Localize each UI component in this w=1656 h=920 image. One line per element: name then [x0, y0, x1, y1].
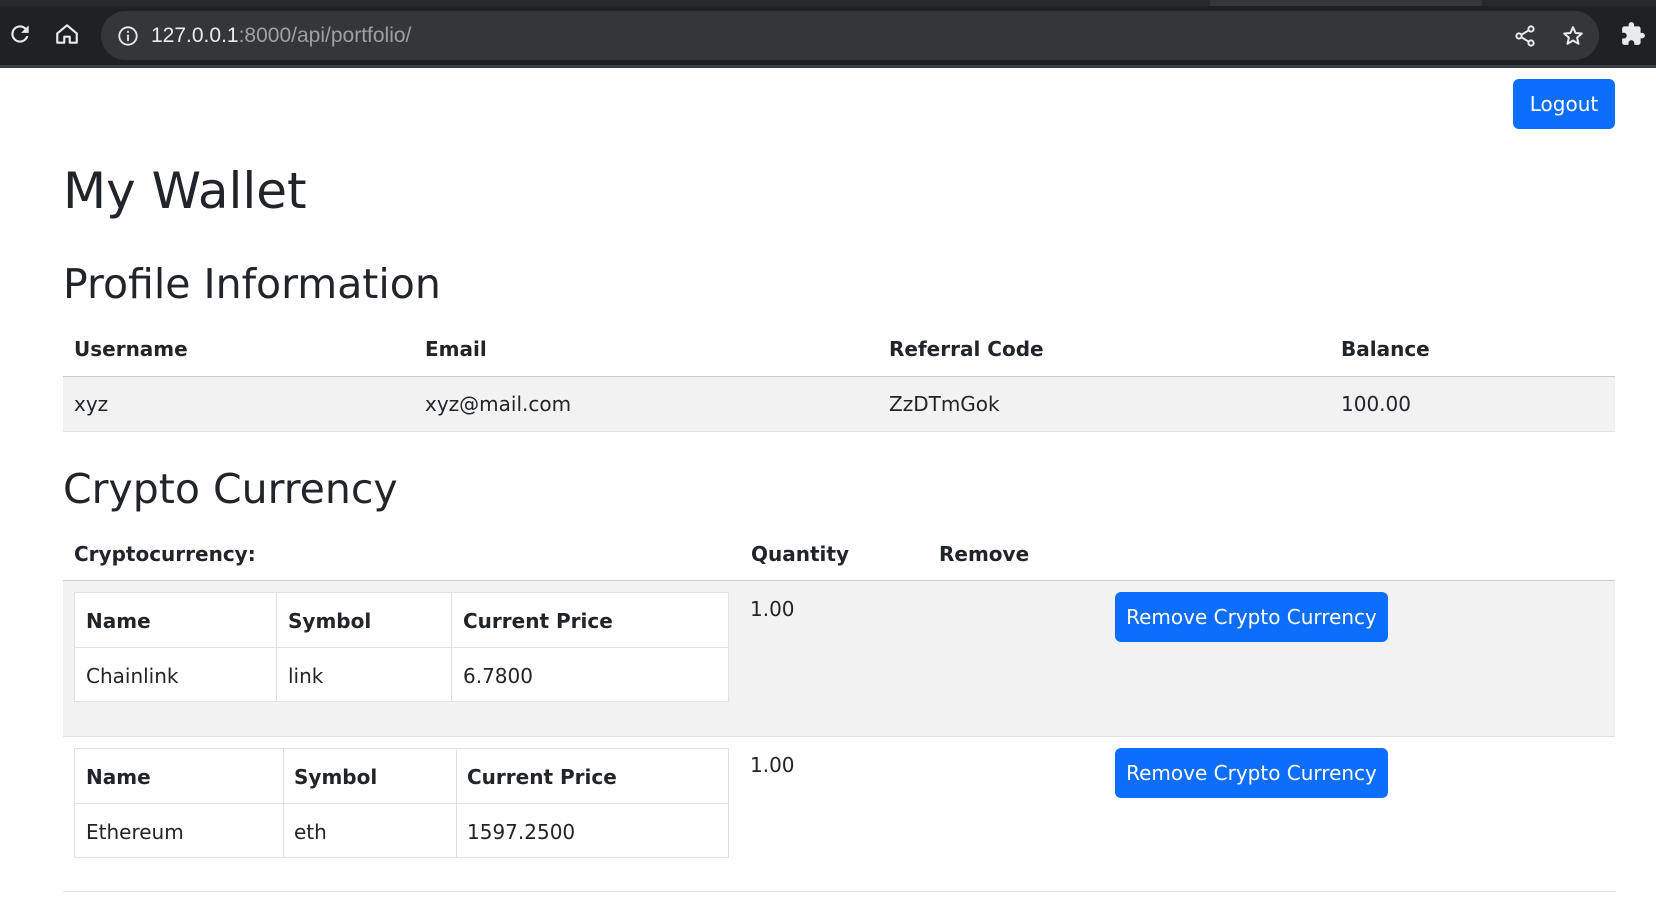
detail-header-name: Name	[86, 609, 151, 633]
crypto-name: Ethereum	[86, 820, 184, 844]
crypto-current-price: 6.7800	[463, 664, 533, 688]
crypto-detail-table: Name Symbol Current Price Chainlink link…	[74, 592, 729, 702]
detail-header-symbol: Symbol	[288, 609, 372, 633]
profile-referral-code: ZzDTmGok	[889, 392, 1000, 416]
info-icon[interactable]	[117, 25, 139, 47]
tab-strip	[0, 0, 1656, 6]
profile-balance: 100.00	[1341, 392, 1411, 416]
profile-header-referral-code: Referral Code	[889, 337, 1044, 361]
holding-quantity: 1.00	[750, 753, 795, 777]
page-title: My Wallet	[63, 162, 307, 220]
detail-header-name: Name	[86, 765, 151, 789]
detail-header-current-price: Current Price	[467, 765, 617, 789]
reload-icon[interactable]	[4, 18, 36, 50]
profile-heading: Profile Information	[63, 260, 441, 308]
crypto-detail-table: Name Symbol Current Price Ethereum eth 1…	[74, 748, 729, 858]
star-icon[interactable]	[1561, 24, 1585, 48]
detail-header-symbol: Symbol	[294, 765, 378, 789]
profile-header-balance: Balance	[1341, 337, 1430, 361]
profile-email: xyz@mail.com	[425, 392, 572, 416]
browser-toolbar: 127.0.0.1:8000/api/portfolio/	[0, 0, 1656, 68]
holdings-header-quantity: Quantity	[751, 542, 849, 566]
home-icon[interactable]	[51, 18, 83, 50]
crypto-current-price: 1597.2500	[467, 820, 576, 844]
crypto-symbol: eth	[294, 820, 327, 844]
profile-header-email: Email	[425, 337, 487, 361]
crypto-symbol: link	[288, 664, 324, 688]
holdings-header-remove: Remove	[939, 542, 1030, 566]
detail-header-current-price: Current Price	[463, 609, 613, 633]
profile-header-username: Username	[74, 337, 188, 361]
crypto-heading: Crypto Currency	[63, 465, 398, 513]
url-text: 127.0.0.1:8000/api/portfolio/	[151, 24, 412, 47]
address-bar[interactable]: 127.0.0.1:8000/api/portfolio/	[101, 11, 1599, 60]
holding-quantity: 1.00	[750, 597, 795, 621]
holdings-header-cryptocurrency: Cryptocurrency:	[74, 542, 256, 566]
extensions-icon[interactable]	[1617, 18, 1649, 50]
remove-crypto-button[interactable]: Remove Crypto Currency	[1115, 592, 1388, 642]
profile-username: xyz	[74, 392, 109, 416]
remove-crypto-button[interactable]: Remove Crypto Currency	[1115, 748, 1388, 798]
logout-button[interactable]: Logout	[1513, 79, 1615, 129]
share-icon[interactable]	[1513, 24, 1537, 48]
crypto-name: Chainlink	[86, 664, 179, 688]
